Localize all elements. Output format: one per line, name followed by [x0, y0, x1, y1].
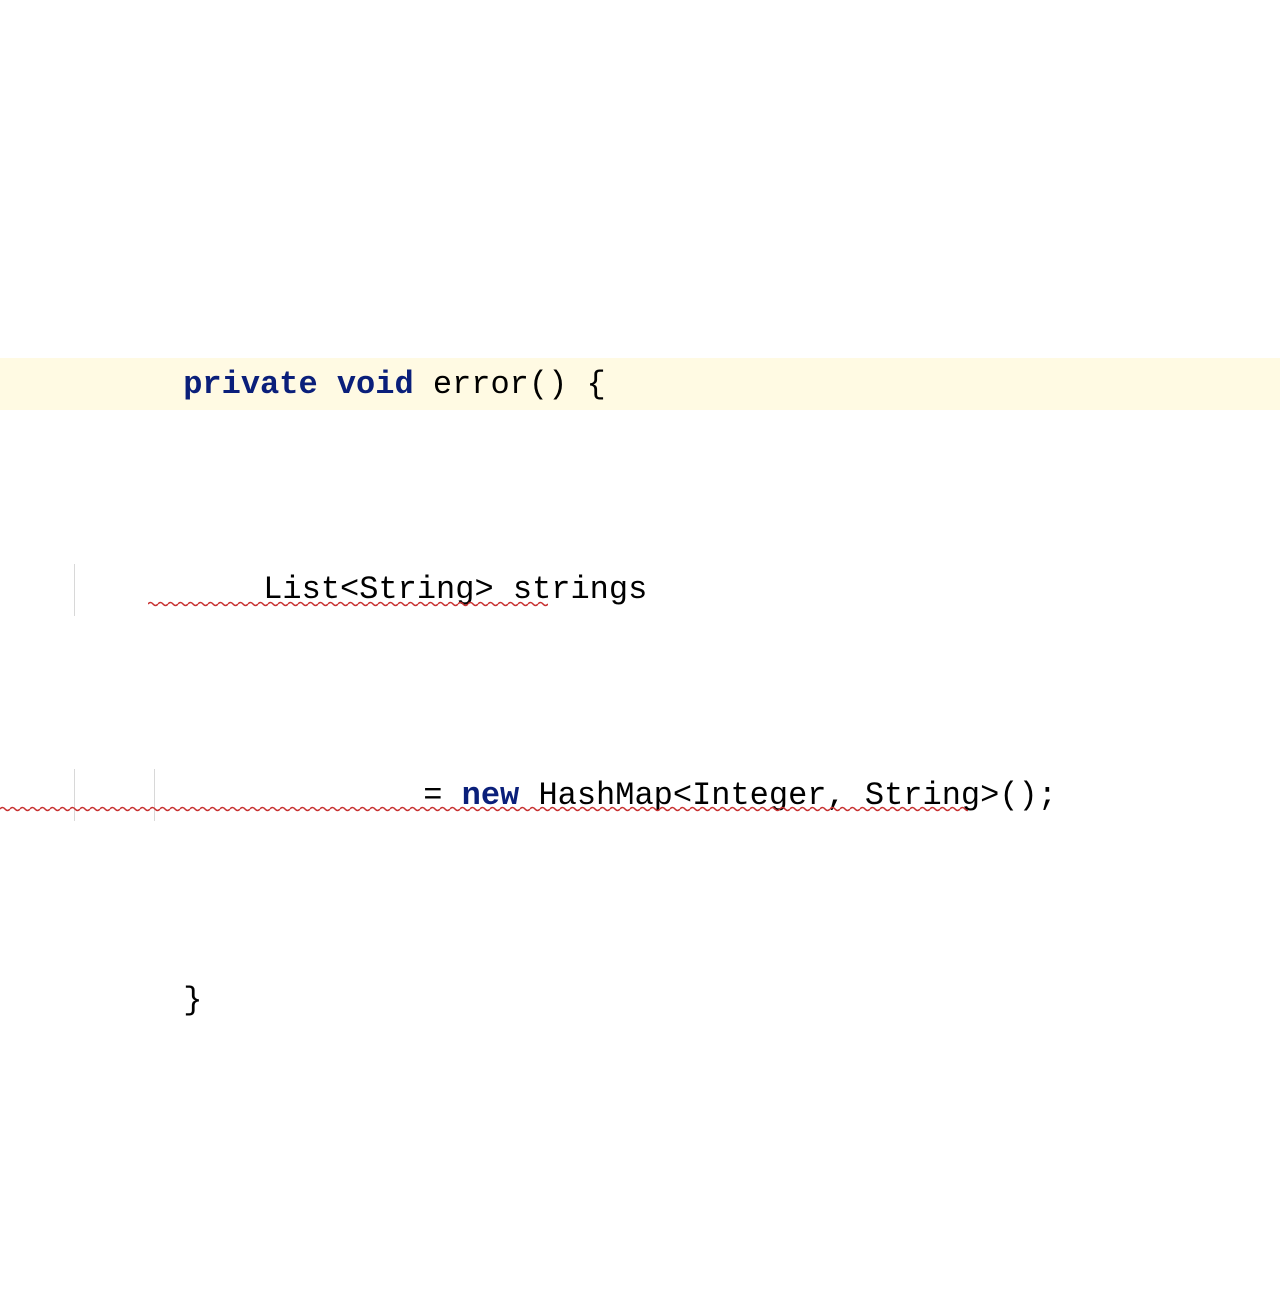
method-signature: error() {	[414, 366, 606, 403]
code-line[interactable]: = new HashMap<Integer, String>();	[0, 769, 1280, 821]
closing-brace: }	[183, 982, 202, 1019]
constructor-call: HashMap<Integer, String>();	[519, 777, 1057, 814]
code-line-empty[interactable]	[0, 1181, 1280, 1233]
code-line[interactable]: private void error() {	[0, 358, 1280, 410]
code-editor[interactable]: private void error() { List<String> stri…	[0, 205, 1280, 853]
code-line[interactable]: }	[0, 975, 1280, 1027]
keyword-new: new	[462, 777, 520, 814]
variable-declaration: List<String> strings	[263, 571, 647, 608]
code-line[interactable]: List<String> strings	[0, 564, 1280, 616]
keyword-void: void	[337, 366, 414, 403]
keyword-private: private	[183, 366, 317, 403]
